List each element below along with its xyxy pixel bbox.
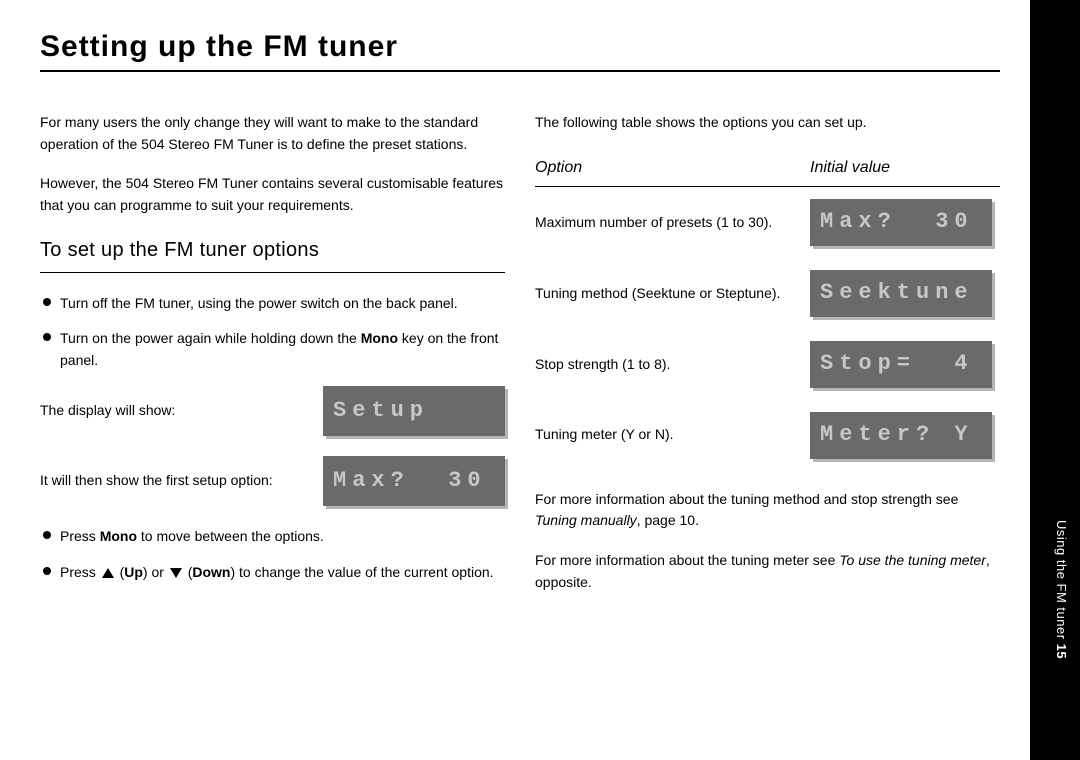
step-3: Press Mono to move between the options. bbox=[40, 526, 505, 548]
left-column: For many users the only change they will… bbox=[40, 112, 505, 611]
up-arrow-icon bbox=[102, 568, 114, 578]
manual-page: Using the FM tuner 15 Setting up the FM … bbox=[0, 0, 1080, 760]
lcd-setup: Setup bbox=[323, 386, 505, 436]
options-table: Option Initial value Maximum number of p… bbox=[535, 152, 1000, 471]
step-3-post: to move between the options. bbox=[137, 528, 324, 544]
down-arrow-icon bbox=[170, 568, 182, 578]
table-intro: The following table shows the options yo… bbox=[535, 112, 1000, 134]
step-2: Turn on the power again while holding do… bbox=[40, 328, 505, 371]
step-4-post: ) to change the value of the current opt… bbox=[230, 564, 493, 580]
more1-pre: For more information about the tuning me… bbox=[535, 491, 958, 507]
mono-key-ref: Mono bbox=[361, 330, 398, 346]
step-4-pre: Press bbox=[60, 564, 100, 580]
th-initial-value: Initial value bbox=[810, 152, 1000, 187]
step-3-pre: Press bbox=[60, 528, 100, 544]
step-2-pre: Turn on the power again while holding do… bbox=[60, 330, 361, 346]
side-label-page: 15 bbox=[1054, 640, 1069, 660]
table-row: Tuning method (Seektune or Steptune). Se… bbox=[535, 258, 1000, 329]
side-section-label: Using the FM tuner 15 bbox=[1054, 520, 1069, 659]
th-option: Option bbox=[535, 152, 810, 187]
step-4-or: ) or bbox=[143, 564, 168, 580]
lcd-seektune: Seektune bbox=[810, 270, 992, 317]
step-list-1: Turn off the FM tuner, using the power s… bbox=[40, 293, 505, 372]
opt-stop-strength: Stop strength (1 to 8). bbox=[535, 329, 810, 400]
intro-paragraph-2: However, the 504 Stereo FM Tuner contain… bbox=[40, 173, 505, 216]
opt-tuning-method: Tuning method (Seektune or Steptune). bbox=[535, 258, 810, 329]
more1-post: , page 10. bbox=[637, 512, 699, 528]
right-column: The following table shows the options yo… bbox=[535, 112, 1000, 611]
lcd-max-left: Max? 30 bbox=[323, 456, 505, 506]
mono-key-ref-2: Mono bbox=[100, 528, 137, 544]
two-column-layout: For many users the only change they will… bbox=[40, 112, 1000, 611]
intro-paragraph-1: For many users the only change they will… bbox=[40, 112, 505, 155]
table-row: Tuning meter (Y or N). Meter? Y bbox=[535, 400, 1000, 471]
lcd-stop: Stop= 4 bbox=[810, 341, 992, 388]
step-list-2: Press Mono to move between the options. … bbox=[40, 526, 505, 583]
lcd-meter: Meter? Y bbox=[810, 412, 992, 459]
more-info-1: For more information about the tuning me… bbox=[535, 489, 1000, 532]
side-label-text: Using the FM tuner bbox=[1054, 520, 1069, 640]
opt-max-presets: Maximum number of presets (1 to 30). bbox=[535, 187, 810, 258]
table-header-row: Option Initial value bbox=[535, 152, 1000, 187]
subheading: To set up the FM tuner options bbox=[40, 235, 505, 273]
down-label: Down bbox=[192, 564, 230, 580]
page-title: Setting up the FM tuner bbox=[40, 30, 1000, 72]
tuning-meter-ref: To use the tuning meter bbox=[839, 552, 986, 568]
display-will-show-row: The display will show: Setup bbox=[40, 386, 505, 436]
table-row: Stop strength (1 to 8). Stop= 4 bbox=[535, 329, 1000, 400]
first-option-row: It will then show the first setup option… bbox=[40, 456, 505, 506]
step-4: Press (Up) or (Down) to change the value… bbox=[40, 562, 505, 584]
up-label: Up bbox=[124, 564, 143, 580]
more2-pre: For more information about the tuning me… bbox=[535, 552, 839, 568]
step-1: Turn off the FM tuner, using the power s… bbox=[40, 293, 505, 315]
more-info-2: For more information about the tuning me… bbox=[535, 550, 1000, 593]
tuning-manually-ref: Tuning manually bbox=[535, 512, 637, 528]
opt-tuning-meter: Tuning meter (Y or N). bbox=[535, 400, 810, 471]
table-row: Maximum number of presets (1 to 30). Max… bbox=[535, 187, 1000, 258]
display-will-show-label: The display will show: bbox=[40, 400, 311, 422]
lcd-max-right: Max? 30 bbox=[810, 199, 992, 246]
first-option-label: It will then show the first setup option… bbox=[40, 470, 311, 492]
